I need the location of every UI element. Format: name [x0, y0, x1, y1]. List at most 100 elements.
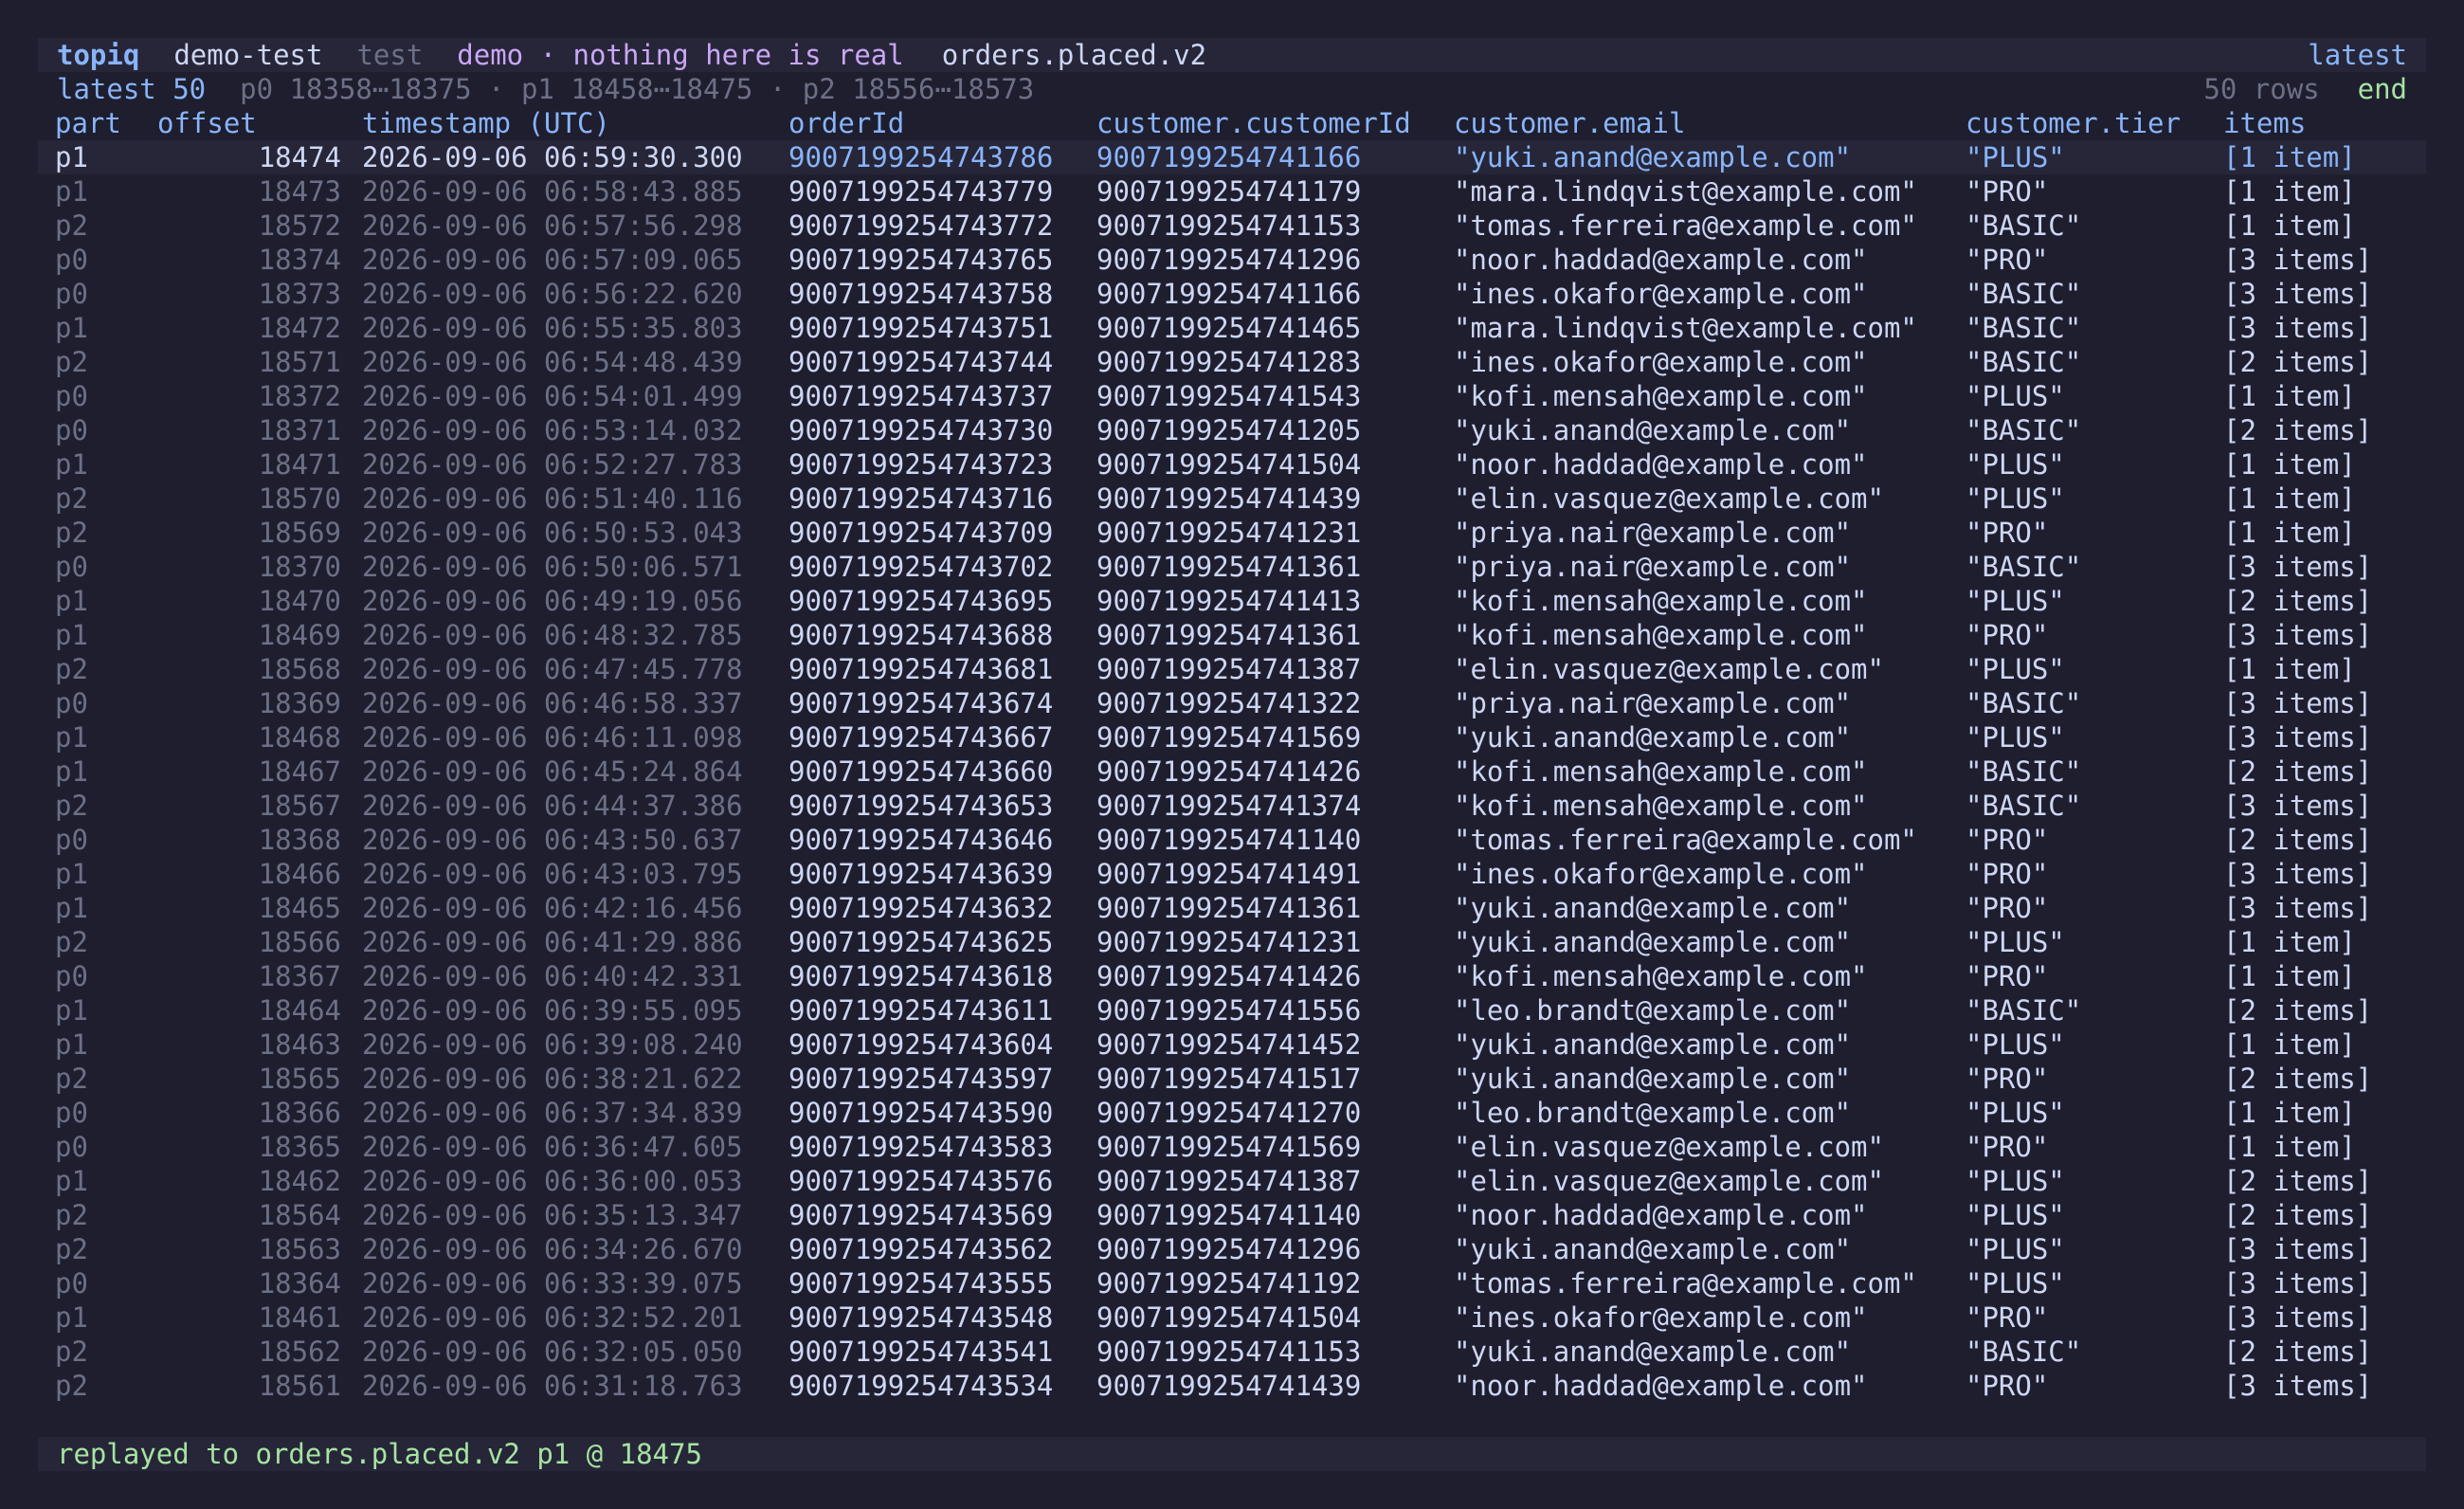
table-row[interactable]: p1 18473 2026-09-06 06:58:43.885 9007199254… [38, 174, 2426, 209]
col-header-orderid[interactable]: orderId [788, 106, 904, 140]
col-header-timestamp[interactable]: timestamp (UTC) [362, 106, 610, 140]
cell-tier: "PRO" [1966, 892, 2049, 924]
context-name[interactable]: demo-test [173, 38, 322, 72]
table-row[interactable]: p0 18370 2026-09-06 06:50:06.571 9007199254… [38, 550, 2426, 584]
cell-orderid: 9007199254743681 [788, 653, 1054, 685]
table-row[interactable]: p1 18462 2026-09-06 06:36:00.053 9007199254… [38, 1164, 2426, 1198]
cell-items: [1 item] [2223, 482, 2356, 515]
table-row[interactable]: p1 18461 2026-09-06 06:32:52.201 9007199254… [38, 1300, 2426, 1335]
cell-part: p2 [55, 1233, 88, 1265]
mode-indicator[interactable]: latest [2308, 38, 2407, 72]
table-row[interactable]: p0 18366 2026-09-06 06:37:34.839 9007199254… [38, 1096, 2426, 1130]
table-row[interactable]: p1 18474 2026-09-06 06:59:30.300 9007199254… [38, 140, 2426, 174]
cell-tier: "BASIC" [1966, 278, 2082, 310]
cell-email: "yuki.anand@example.com" [1454, 1028, 1852, 1061]
cell-email: "kofi.mensah@example.com" [1454, 585, 1868, 617]
cell-timestamp: 2026-09-06 06:43:03.795 [362, 858, 743, 890]
cell-part: p1 [55, 585, 88, 617]
cell-email: "kofi.mensah@example.com" [1454, 380, 1868, 412]
table-row[interactable]: p2 18561 2026-09-06 06:31:18.763 9007199254… [38, 1369, 2426, 1403]
table-row[interactable]: p1 18469 2026-09-06 06:48:32.785 9007199254… [38, 618, 2426, 652]
cell-email: "elin.vasquez@example.com" [1454, 482, 1884, 515]
cell-email: "elin.vasquez@example.com" [1454, 1131, 1884, 1163]
col-header-customerid[interactable]: customer.customerId [1096, 106, 1411, 140]
cell-tier: "BASIC" [1966, 755, 2082, 788]
table-row[interactable]: p2 18569 2026-09-06 06:50:53.043 9007199254… [38, 516, 2426, 550]
table-row[interactable]: p1 18463 2026-09-06 06:39:08.240 9007199254… [38, 1027, 2426, 1062]
table-row[interactable]: p0 18369 2026-09-06 06:46:58.337 9007199254… [38, 686, 2426, 720]
col-header-items[interactable]: items [2223, 106, 2306, 140]
cell-offset: 18366 [258, 1097, 341, 1129]
table-row[interactable]: p1 18471 2026-09-06 06:52:27.783 9007199254… [38, 447, 2426, 482]
table-row[interactable]: p0 18365 2026-09-06 06:36:47.605 9007199254… [38, 1130, 2426, 1164]
cell-customerid: 9007199254741192 [1096, 1267, 1362, 1300]
cell-items: [2 items] [2223, 1336, 2373, 1368]
cell-items: [2 items] [2223, 346, 2373, 378]
col-header-tier[interactable]: customer.tier [1966, 106, 2181, 140]
status-line: replayed to orders.placed.v2 p1 @ 18475 [38, 1437, 2426, 1471]
cell-items: [2 items] [2223, 1165, 2373, 1197]
col-header-offset[interactable]: offset [157, 106, 257, 140]
cell-tier: "PLUS" [1966, 380, 2065, 412]
cell-items: [1 item] [2223, 1028, 2356, 1061]
col-header-part[interactable]: part [55, 106, 121, 140]
cell-tier: "PLUS" [1966, 1267, 2065, 1300]
table-row[interactable]: p1 18464 2026-09-06 06:39:55.095 9007199254… [38, 993, 2426, 1027]
table-row[interactable]: p1 18470 2026-09-06 06:49:19.056 9007199254… [38, 584, 2426, 618]
cell-customerid: 9007199254741569 [1096, 721, 1362, 754]
cell-items: [2 items] [2223, 1199, 2373, 1231]
sub-bar: latest 50 p0 18358⋯18375 · p1 18458⋯1847… [38, 72, 2426, 106]
table-row[interactable]: p2 18571 2026-09-06 06:54:48.439 9007199254… [38, 345, 2426, 379]
cell-customerid: 9007199254741517 [1096, 1063, 1362, 1095]
table-row[interactable]: p1 18467 2026-09-06 06:45:24.864 9007199254… [38, 754, 2426, 789]
cell-tier: "PLUS" [1966, 585, 2065, 617]
table-row[interactable]: p2 18562 2026-09-06 06:32:05.050 9007199254… [38, 1335, 2426, 1369]
table-row[interactable]: p2 18564 2026-09-06 06:35:13.347 9007199254… [38, 1198, 2426, 1232]
cell-items: [1 item] [2223, 960, 2356, 992]
cell-orderid: 9007199254743590 [788, 1097, 1054, 1129]
cell-offset: 18571 [258, 346, 341, 378]
cell-email: "kofi.mensah@example.com" [1454, 960, 1868, 992]
cell-part: p1 [55, 1301, 88, 1334]
topic-name[interactable]: orders.placed.v2 [942, 38, 1206, 72]
cell-offset: 18470 [258, 585, 341, 617]
table-row[interactable]: p1 18466 2026-09-06 06:43:03.795 9007199254… [38, 857, 2426, 891]
table-row[interactable]: p0 18373 2026-09-06 06:56:22.620 9007199254… [38, 277, 2426, 311]
table-row[interactable]: p0 18372 2026-09-06 06:54:01.499 9007199254… [38, 379, 2426, 413]
table-row[interactable]: p1 18472 2026-09-06 06:55:35.803 9007199254… [38, 311, 2426, 345]
table-row[interactable]: p2 18570 2026-09-06 06:51:40.116 9007199254… [38, 482, 2426, 516]
cell-customerid: 9007199254741491 [1096, 858, 1362, 890]
table-row[interactable]: p2 18566 2026-09-06 06:41:29.886 9007199254… [38, 925, 2426, 959]
table-row[interactable]: p0 18371 2026-09-06 06:53:14.032 9007199254… [38, 413, 2426, 447]
cell-items: [1 item] [2223, 448, 2356, 481]
cell-orderid: 9007199254743709 [788, 517, 1054, 549]
cell-items: [3 items] [2223, 244, 2373, 276]
cell-items: [3 items] [2223, 687, 2373, 719]
cell-orderid: 9007199254743583 [788, 1131, 1054, 1163]
col-header-email[interactable]: customer.email [1454, 106, 1685, 140]
table-row[interactable]: p0 18364 2026-09-06 06:33:39.075 9007199254… [38, 1266, 2426, 1300]
table-row[interactable]: p0 18367 2026-09-06 06:40:42.331 9007199254… [38, 959, 2426, 993]
cell-part: p0 [55, 687, 88, 719]
cell-orderid: 9007199254743702 [788, 551, 1054, 583]
cell-part: p2 [55, 209, 88, 242]
table-row[interactable]: p2 18565 2026-09-06 06:38:21.622 9007199254… [38, 1062, 2426, 1096]
table-row[interactable]: p1 18465 2026-09-06 06:42:16.456 9007199254… [38, 891, 2426, 925]
app-name: topiq [57, 39, 140, 71]
cell-items: [2 items] [2223, 585, 2373, 617]
table-row[interactable]: p2 18572 2026-09-06 06:57:56.298 9007199254… [38, 209, 2426, 243]
cell-offset: 18364 [258, 1267, 341, 1300]
table-row[interactable]: p2 18568 2026-09-06 06:47:45.778 9007199254… [38, 652, 2426, 686]
table-row[interactable]: p0 18374 2026-09-06 06:57:09.065 9007199254… [38, 243, 2426, 277]
table-row[interactable]: p2 18567 2026-09-06 06:44:37.386 9007199254… [38, 789, 2426, 823]
cell-items: [3 items] [2223, 312, 2373, 344]
cell-customerid: 9007199254741153 [1096, 1336, 1362, 1368]
table-row[interactable]: p1 18468 2026-09-06 06:46:11.098 9007199254… [38, 720, 2426, 754]
table-row[interactable]: p2 18563 2026-09-06 06:34:26.670 9007199254… [38, 1232, 2426, 1266]
cell-offset: 18468 [258, 721, 341, 754]
table-row[interactable]: p0 18368 2026-09-06 06:43:50.637 9007199254… [38, 823, 2426, 857]
cell-offset: 18372 [258, 380, 341, 412]
cell-email: "leo.brandt@example.com" [1454, 1097, 1852, 1129]
cell-email: "elin.vasquez@example.com" [1454, 1165, 1884, 1197]
cell-part: p2 [55, 1336, 88, 1368]
